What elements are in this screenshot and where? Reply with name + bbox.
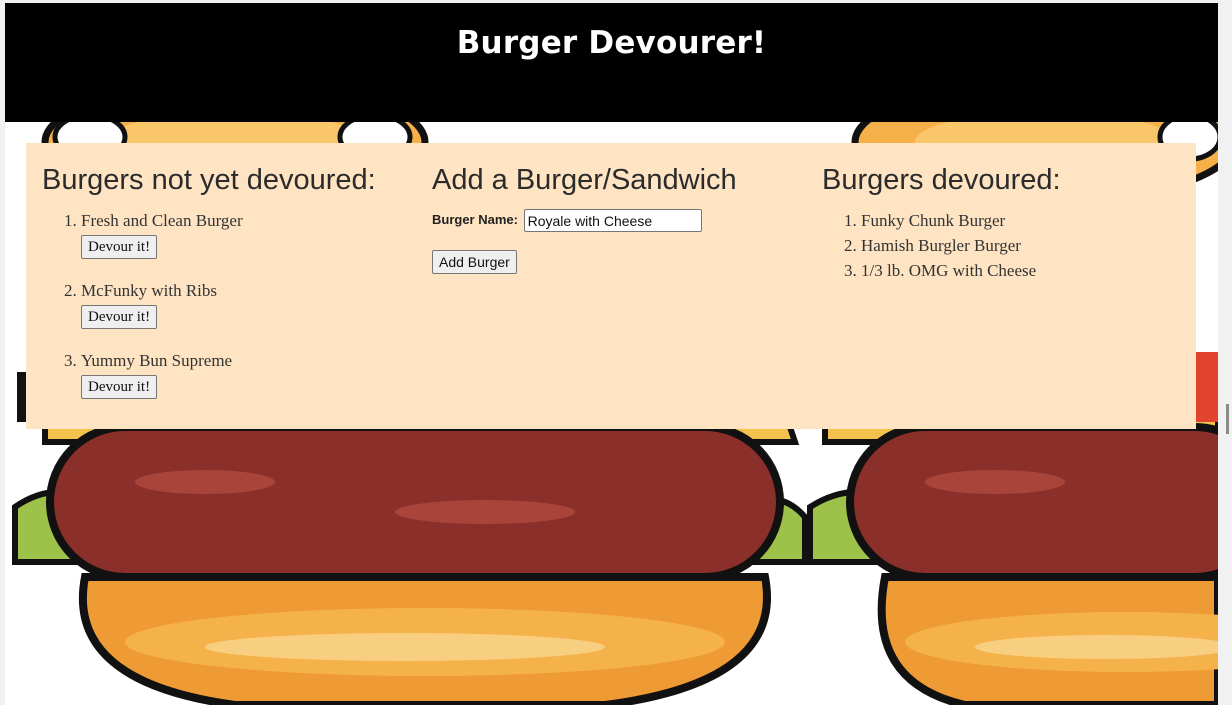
add-burger-heading: Add a Burger/Sandwich	[432, 164, 737, 196]
burger-name: Fresh and Clean Burger	[81, 211, 243, 230]
not-devoured-heading: Burgers not yet devoured:	[42, 164, 376, 196]
devoured-list: Funky Chunk Burger Hamish Burgler Burger…	[822, 208, 1182, 283]
not-devoured-list: Fresh and Clean Burger Devour it! McFunk…	[42, 208, 422, 399]
page-title: Burger Devourer!	[456, 25, 767, 61]
burger-name-input[interactable]	[523, 209, 702, 232]
burger-panel: Burgers not yet devoured: Fresh and Clea…	[26, 143, 1196, 429]
burger-name-row: Burger Name:	[432, 209, 812, 232]
devoured-heading: Burgers devoured:	[822, 164, 1061, 196]
burger-name-label: Burger Name:	[432, 211, 518, 227]
list-item: Funky Chunk Burger	[861, 208, 1182, 233]
devour-button[interactable]: Devour it!	[81, 235, 158, 259]
devour-button[interactable]: Devour it!	[81, 305, 158, 329]
add-burger-button[interactable]: Add Burger	[432, 250, 517, 274]
add-burger-column: Add a Burger/Sandwich Burger Name: Add B…	[432, 164, 812, 274]
list-item: Fresh and Clean Burger Devour it!	[81, 208, 422, 259]
list-item: McFunky with Ribs Devour it!	[81, 278, 422, 329]
scrollbar[interactable]	[1218, 0, 1232, 705]
burger-name: McFunky with Ribs	[81, 281, 218, 300]
list-item: Yummy Bun Supreme Devour it!	[81, 348, 422, 399]
devoured-column: Burgers devoured: Funky Chunk Burger Ham…	[822, 164, 1182, 283]
scrollbar-thumb[interactable]	[1226, 404, 1229, 434]
list-item: Hamish Burgler Burger	[861, 233, 1182, 258]
burger-name: Yummy Bun Supreme	[81, 351, 233, 370]
header-bar: Burger Devourer!	[5, 3, 1218, 122]
not-devoured-column: Burgers not yet devoured: Fresh and Clea…	[42, 164, 422, 418]
list-item: 1/3 lb. OMG with Cheese	[861, 258, 1182, 283]
devour-button[interactable]: Devour it!	[81, 375, 158, 399]
